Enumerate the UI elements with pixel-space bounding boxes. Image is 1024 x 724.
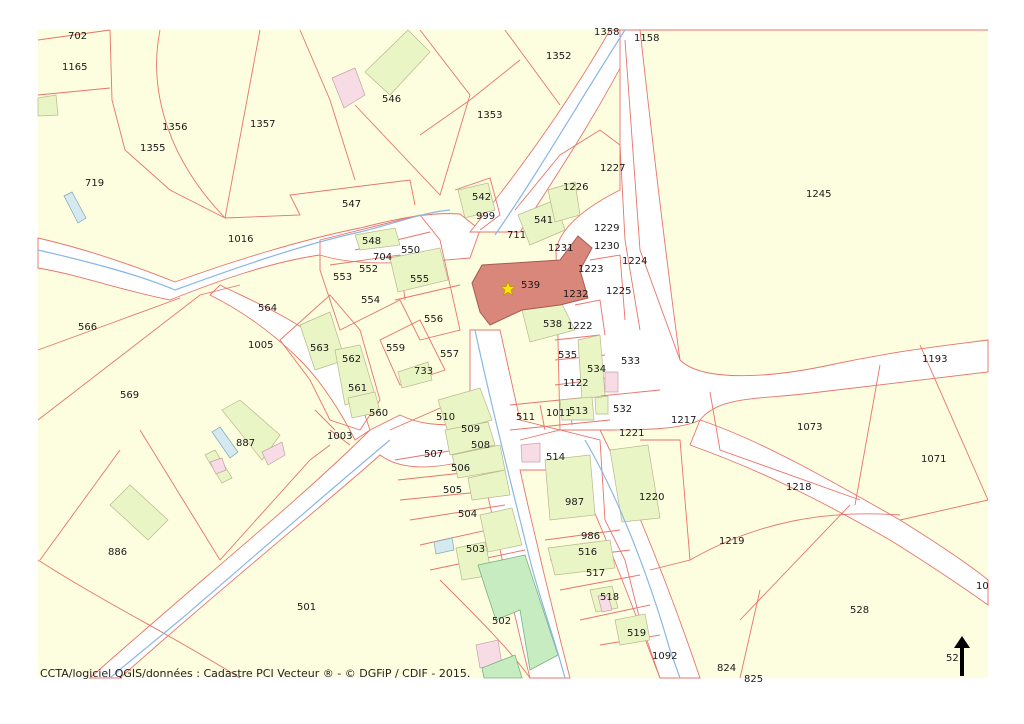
parcel-label: 514	[546, 452, 565, 463]
parcel-label: 518	[600, 592, 619, 603]
parcel-label: 519	[627, 628, 646, 639]
parcel-label: 548	[362, 236, 381, 247]
parcel-label: 719	[85, 178, 104, 189]
parcel-label: 10	[976, 581, 989, 592]
parcel-label: 557	[440, 349, 459, 360]
parcel-label: 1226	[563, 182, 588, 193]
parcel-label: 825	[744, 674, 763, 685]
parcel-label: 1355	[140, 143, 165, 154]
parcel-label: 532	[613, 404, 632, 415]
parcel-label: 1071	[921, 454, 946, 465]
parcel-label: 1230	[594, 241, 619, 252]
parcel-label: 887	[236, 438, 255, 449]
parcel-label: 1165	[62, 62, 87, 73]
parcel-label: 1193	[922, 354, 947, 365]
parcel-label: 1092	[652, 651, 677, 662]
parcel-label: 503	[466, 544, 485, 555]
parcel-label: 505	[443, 485, 462, 496]
parcel-label: 1158	[634, 33, 659, 44]
parcel-label: 1245	[806, 189, 831, 200]
parcel-label: 546	[382, 94, 401, 105]
parcel-label: 556	[424, 314, 443, 325]
parcel-label: 1358	[594, 27, 619, 38]
parcel-label: 552	[359, 264, 378, 275]
parcel-label: 547	[342, 199, 361, 210]
parcel-label: 1232	[563, 289, 588, 300]
parcel-label: 569	[120, 390, 139, 401]
parcel-label: 534	[587, 364, 606, 375]
parcel-label: 1229	[594, 223, 619, 234]
parcel-label: 1221	[619, 428, 644, 439]
parcel-label: 533	[621, 356, 640, 367]
parcel-label: 1003	[327, 431, 352, 442]
parcel-label: 539	[521, 280, 540, 291]
parcel-label: 559	[386, 343, 405, 354]
parcel-label: 508	[471, 440, 490, 451]
parcel-label: 555	[410, 274, 429, 285]
parcel-label: 986	[581, 531, 600, 542]
parcel-label: 502	[492, 616, 511, 627]
parcel-label: 528	[850, 605, 869, 616]
parcel-label: 1220	[639, 492, 664, 503]
parcel-label: 824	[717, 663, 736, 674]
parcel-label: 564	[258, 303, 277, 314]
parcel-label: 553	[333, 272, 352, 283]
parcel-label: 702	[68, 31, 87, 42]
parcel-label: 1357	[250, 119, 275, 130]
parcel-label: 550	[401, 245, 420, 256]
parcel-label: 1225	[606, 286, 631, 297]
parcel-label: 704	[373, 252, 392, 263]
parcel-label: 733	[414, 366, 433, 377]
parcel-label: 1005	[248, 340, 273, 351]
parcel-label: 504	[458, 509, 477, 520]
attribution-credit: CCTA/logiciel QGIS/données : Cadastre PC…	[40, 667, 471, 680]
parcel-label: 1231	[548, 243, 573, 254]
parcel-label: 535	[558, 350, 577, 361]
parcel-label: 506	[451, 463, 470, 474]
parcel-label: 517	[586, 568, 605, 579]
parcel-label: 999	[476, 211, 495, 222]
parcel-label: 563	[310, 343, 329, 354]
parcel-label: 1217	[671, 415, 696, 426]
parcel-label: 1352	[546, 51, 571, 62]
parcel-label: 541	[534, 215, 553, 226]
parcel-label: 511	[516, 412, 535, 423]
parcel-label: 510	[436, 412, 455, 423]
parcel-label: 538	[543, 319, 562, 330]
parcel-label: 711	[507, 230, 526, 241]
parcel-label: 1223	[578, 264, 603, 275]
parcel-label: 562	[342, 354, 361, 365]
parcel-label: 561	[348, 383, 367, 394]
cadastral-map: 702 1165 1356 1355 1357 546 1358 1158 13…	[37, 27, 989, 685]
parcel-label: 1073	[797, 422, 822, 433]
parcel-label: 1356	[162, 122, 187, 133]
parcel-label: 1222	[567, 321, 592, 332]
parcel-label: 1218	[786, 482, 811, 493]
parcel-label: 513	[569, 406, 588, 417]
parcel-label: 566	[78, 322, 97, 333]
parcel-label: 1227	[600, 163, 625, 174]
parcel-label: 560	[369, 408, 388, 419]
parcel-label: 507	[424, 449, 443, 460]
parcel-label: 542	[472, 192, 491, 203]
parcel-label: 1122	[563, 378, 588, 389]
parcel-label: 886	[108, 547, 127, 558]
parcel-label: 1224	[622, 256, 647, 267]
parcel-label: 987	[565, 497, 584, 508]
parcel-label: 1219	[719, 536, 744, 547]
parcel-label: 509	[461, 424, 480, 435]
north-arrow-icon	[954, 636, 970, 676]
parcel-label: 554	[361, 295, 380, 306]
parcel-label: 501	[297, 602, 316, 613]
parcel-label: 1353	[477, 110, 502, 121]
parcel-label: 1011	[546, 408, 571, 419]
parcel-label: 1016	[228, 234, 253, 245]
parcel-label: 516	[578, 547, 597, 558]
